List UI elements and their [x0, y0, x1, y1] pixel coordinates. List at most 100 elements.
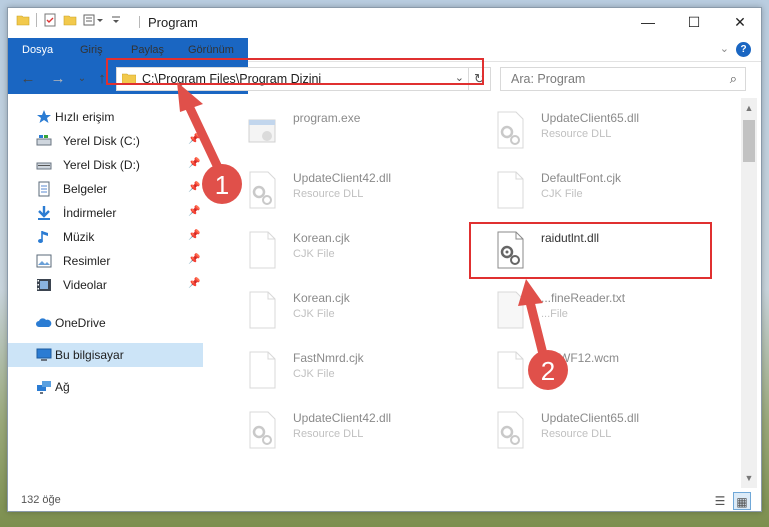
videos-icon — [37, 279, 51, 291]
toolbar-separator — [36, 13, 37, 27]
dropdown-arrow-icon[interactable] — [111, 13, 121, 27]
file-name: S...WF12.wcm — [541, 351, 620, 365]
tab-giris[interactable]: Giriş — [80, 38, 103, 62]
new-folder-icon[interactable] — [63, 13, 77, 27]
pin-icon[interactable]: 📌 — [188, 278, 200, 289]
file-item[interactable]: UpdateClient65.dll Resource DLL — [471, 102, 711, 158]
documents-icon — [38, 181, 50, 197]
file-type: CJK File — [541, 188, 583, 200]
file-type: ...File — [541, 368, 568, 380]
sidebar-item-label: Müzik — [63, 230, 95, 244]
network-icon — [37, 381, 51, 394]
file-type: CJK File — [293, 308, 335, 320]
pin-icon[interactable]: 📌 — [188, 206, 200, 217]
pin-icon[interactable]: 📌 — [188, 230, 200, 241]
file-name: ...fineReader.txt — [541, 291, 626, 305]
sidebar-item-documents[interactable]: Belgeler 📌 — [8, 177, 203, 201]
file-item[interactable]: UpdateClient42.dll Resource DLL — [223, 402, 463, 458]
expand-ribbon-icon[interactable]: ⌄ — [720, 42, 729, 55]
blank-file-icon — [249, 231, 276, 269]
scroll-down-icon[interactable]: ▼ — [741, 470, 757, 486]
file-type: Resource DLL — [541, 428, 612, 440]
quick-access-toolbar — [16, 13, 121, 27]
address-highlight-box — [106, 58, 484, 85]
search-icon[interactable]: ⌕ — [730, 71, 737, 87]
file-item[interactable]: UpdateClient42.dll Resource DLL — [223, 162, 463, 218]
file-item[interactable]: DefaultFont.cjk CJK File — [471, 162, 711, 218]
pin-icon[interactable]: 📌 — [188, 182, 200, 193]
dll-gear-icon — [249, 411, 276, 449]
file-item[interactable]: ...fineReader.txt ...File — [471, 282, 711, 338]
title-separator — [139, 16, 140, 28]
sidebar-item-pictures[interactable]: Resimler 📌 — [8, 249, 203, 273]
file-type: ...File — [541, 308, 568, 320]
file-name: UpdateClient42.dll — [293, 171, 392, 185]
navigation-pane: Hızlı erişim Yerel Disk (C:) 📌 Yerel Dis… — [8, 98, 208, 468]
sidebar-item-quick-access[interactable]: Hızlı erişim — [8, 105, 203, 129]
blank-file-icon — [497, 171, 524, 209]
pin-icon[interactable]: 📌 — [188, 158, 200, 169]
help-button[interactable]: ? — [736, 42, 751, 57]
file-item[interactable]: program.exe — [223, 102, 463, 158]
sidebar-item-label: Videolar — [63, 278, 107, 292]
sidebar-item-downloads[interactable]: İndirmeler 📌 — [8, 201, 203, 225]
file-name: program.exe — [293, 111, 361, 125]
download-icon — [38, 206, 50, 220]
file-item[interactable]: Korean.cjk CJK File — [223, 282, 463, 338]
sidebar-item-label: Yerel Disk (D:) — [63, 158, 140, 172]
sidebar-item-label: Ağ — [55, 380, 70, 394]
search-box[interactable]: Ara: Program ⌕ — [500, 67, 746, 91]
pin-icon[interactable]: 📌 — [188, 254, 200, 265]
computer-icon — [36, 348, 52, 361]
pictures-icon — [36, 254, 52, 268]
file-type: CJK File — [293, 248, 335, 260]
scroll-up-icon[interactable]: ▲ — [741, 100, 757, 116]
status-bar: 132 öğe ☰ ▦ — [8, 490, 761, 512]
blank-file-icon — [249, 291, 276, 329]
recent-locations-icon[interactable]: ⌄ — [72, 68, 92, 90]
file-name: Korean.cjk — [293, 291, 350, 305]
exe-icon — [248, 119, 276, 143]
file-highlight-box — [469, 222, 712, 279]
scroll-thumb[interactable] — [743, 120, 755, 162]
sidebar-item-network[interactable]: Ağ — [8, 375, 203, 399]
dll-gear-icon — [249, 171, 276, 209]
sidebar-item-local-disk-d[interactable]: Yerel Disk (D:) 📌 — [8, 153, 203, 177]
sidebar-item-label: İndirmeler — [63, 206, 117, 220]
folder-icon[interactable] — [16, 13, 30, 27]
blank-file-icon — [497, 291, 524, 329]
properties-icon[interactable] — [43, 13, 57, 27]
maximize-button[interactable]: ☐ — [671, 8, 717, 36]
file-list: program.exe UpdateClient65.dll Resource … — [213, 98, 741, 480]
title-bar: Program — ☐ ✕ — [8, 8, 761, 36]
customize-qat-icon[interactable] — [83, 13, 105, 27]
sidebar-item-label: Yerel Disk (C:) — [63, 134, 140, 148]
file-type: Resource DLL — [293, 188, 364, 200]
file-item[interactable]: Korean.cjk CJK File — [223, 222, 463, 278]
sidebar-item-music[interactable]: Müzik 📌 — [8, 225, 203, 249]
sidebar-item-this-pc[interactable]: Bu bilgisayar — [8, 343, 203, 367]
search-placeholder: Ara: Program — [511, 72, 586, 86]
cloud-icon — [36, 318, 52, 327]
vertical-scrollbar[interactable]: ▲ ▼ — [741, 98, 757, 488]
file-type: Resource DLL — [293, 428, 364, 440]
sidebar-item-label: Bu bilgisayar — [55, 348, 124, 362]
drive-icon — [36, 162, 52, 170]
details-view-icon[interactable]: ☰ — [711, 492, 729, 510]
pin-icon[interactable]: 📌 — [188, 134, 200, 145]
file-type: Resource DLL — [541, 128, 612, 140]
sidebar-item-onedrive[interactable]: OneDrive — [8, 311, 203, 335]
file-name: DefaultFont.cjk — [541, 171, 622, 185]
drive-icon — [36, 135, 52, 146]
forward-arrow-icon[interactable]: → — [48, 68, 68, 90]
back-arrow-icon[interactable]: ← — [18, 68, 38, 90]
close-button[interactable]: ✕ — [717, 8, 763, 36]
large-icons-view-icon[interactable]: ▦ — [733, 492, 751, 510]
file-item[interactable]: UpdateClient65.dll Resource DLL — [471, 402, 711, 458]
sidebar-item-local-disk-c[interactable]: Yerel Disk (C:) 📌 — [8, 129, 203, 153]
minimize-button[interactable]: — — [625, 8, 671, 36]
sidebar-item-label: Belgeler — [63, 182, 108, 196]
file-item[interactable]: S...WF12.wcm ...File — [471, 342, 711, 398]
file-item[interactable]: FastNmrd.cjk CJK File — [223, 342, 463, 398]
sidebar-item-videos[interactable]: Videolar 📌 — [8, 273, 203, 297]
